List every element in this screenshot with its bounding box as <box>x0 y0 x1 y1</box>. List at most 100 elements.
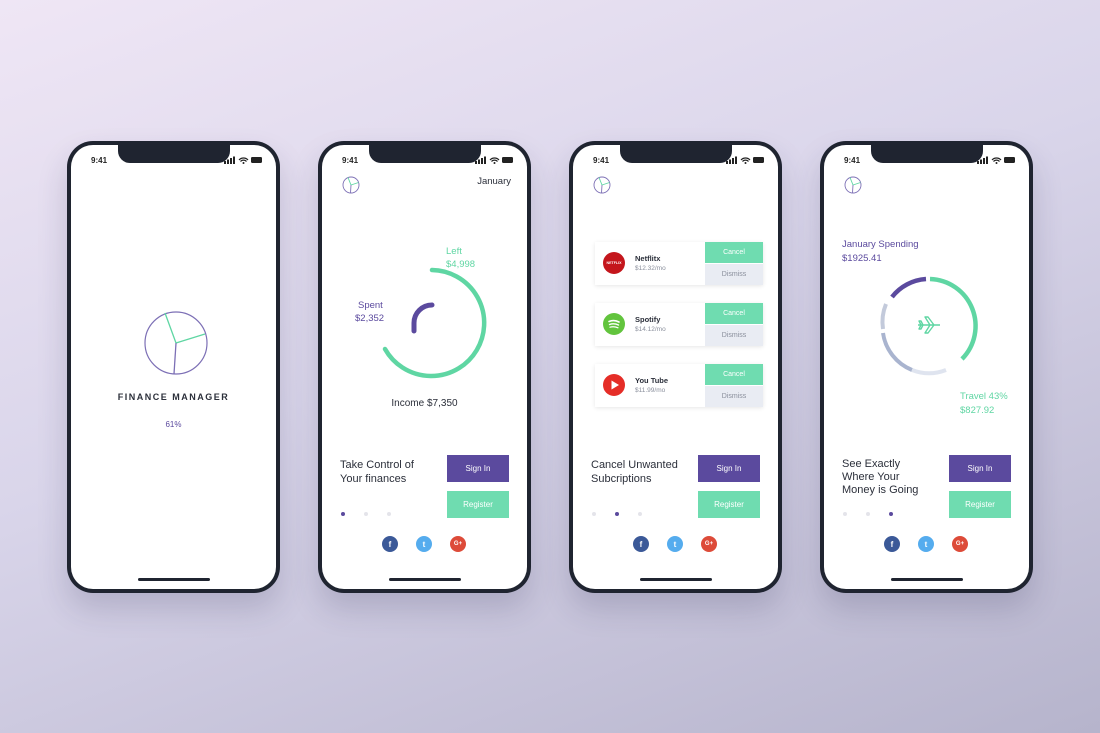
page-dot-3[interactable] <box>889 512 893 516</box>
budget-screen: 9:41 January Left $4,998 Spent $2,352 In… <box>322 145 527 589</box>
google-plus-icon[interactable]: G+ <box>701 536 717 552</box>
facebook-icon[interactable]: f <box>633 536 649 552</box>
page-dot-2[interactable] <box>866 512 870 516</box>
notch <box>117 145 230 163</box>
subscription-price: $12.32/mo <box>635 265 666 272</box>
notch <box>870 145 983 163</box>
dismiss-button[interactable]: Dismiss <box>705 264 763 285</box>
cancel-button[interactable]: Cancel <box>705 364 763 385</box>
subscription-price: $14.12/mo <box>635 326 666 333</box>
google-plus-icon[interactable]: G+ <box>952 536 968 552</box>
play-icon <box>611 380 619 390</box>
register-button[interactable]: Register <box>447 491 509 518</box>
subscription-card-youtube: You Tube $11.99/mo Cancel Dismiss <box>595 364 763 407</box>
status-time: 9:41 <box>844 156 861 165</box>
page-dot-1[interactable] <box>341 512 345 516</box>
page-dot-3[interactable] <box>638 512 642 516</box>
twitter-icon[interactable]: t <box>667 536 683 552</box>
splash-screen: 9:41 FINANCE MANAGER 61% <box>71 145 276 589</box>
notch <box>619 145 732 163</box>
headline-line: Cancel Unwanted <box>591 459 678 471</box>
phone-budget: 9:41 January Left $4,998 Spent $2,352 In… <box>318 141 531 593</box>
page-dot-2[interactable] <box>364 512 368 516</box>
logo-icon[interactable] <box>342 176 360 194</box>
travel-value: $827.92 <box>960 405 995 416</box>
status-time: 9:41 <box>91 156 108 165</box>
twitter-icon[interactable]: t <box>918 536 934 552</box>
facebook-icon[interactable]: f <box>884 536 900 552</box>
sign-in-button[interactable]: Sign In <box>698 455 760 482</box>
finance-logo-icon <box>144 311 208 375</box>
page-dot-3[interactable] <box>387 512 391 516</box>
status-icons <box>475 156 513 164</box>
spent-label: Spent <box>358 300 383 311</box>
category-arc-purple <box>890 276 927 299</box>
subscriptions-screen: 9:41 NETFLIX Netflitx $12.32/mo Cancel D… <box>573 145 778 589</box>
dismiss-button[interactable]: Dismiss <box>705 325 763 346</box>
left-label: Left <box>446 246 462 257</box>
google-plus-icon[interactable]: G+ <box>450 536 466 552</box>
facebook-icon[interactable]: f <box>382 536 398 552</box>
phone-subscriptions: 9:41 NETFLIX Netflitx $12.32/mo Cancel D… <box>569 141 782 593</box>
budget-ring-chart <box>382 267 487 379</box>
status-time: 9:41 <box>593 156 610 165</box>
home-indicator <box>137 578 210 581</box>
category-arc-light <box>911 368 947 376</box>
left-value: $4,998 <box>446 259 476 270</box>
headline-line: Your finances <box>340 473 407 485</box>
category-arc-gray <box>880 303 888 330</box>
notch <box>368 145 481 163</box>
subscription-card-netflix: NETFLIX Netflitx $12.32/mo Cancel Dismis… <box>595 242 763 285</box>
headline-line: Take Control of <box>340 459 414 471</box>
subscription-price: $11.99/mo <box>635 387 666 394</box>
spotify-icon <box>603 313 625 335</box>
page-dot-1[interactable] <box>843 512 847 516</box>
sign-in-button[interactable]: Sign In <box>949 455 1011 482</box>
spotify-waves <box>608 319 620 329</box>
spending-label: January Spending <box>842 239 919 250</box>
cancel-button[interactable]: Cancel <box>705 242 763 263</box>
headline-line: See Exactly <box>842 458 901 470</box>
airplane-icon <box>918 316 940 334</box>
month-selector[interactable]: January <box>477 176 511 187</box>
register-button[interactable]: Register <box>949 491 1011 518</box>
loading-progress: 61% <box>165 420 182 429</box>
home-indicator <box>388 578 461 581</box>
page-dot-2[interactable] <box>615 512 619 516</box>
travel-label: Travel 43% <box>960 391 1008 402</box>
logo-icon[interactable] <box>844 176 862 194</box>
subscription-name: You Tube <box>635 376 669 385</box>
home-indicator <box>639 578 712 581</box>
dismiss-button[interactable]: Dismiss <box>705 386 763 407</box>
status-icons <box>224 156 262 164</box>
subscription-name: Spotify <box>635 315 661 324</box>
headline-line: Subcriptions <box>591 473 652 485</box>
onboarding-headline: See Exactly Where Your Money is Going <box>842 458 918 497</box>
phone-splash: 9:41 FINANCE MANAGER 61% <box>67 141 280 593</box>
netflix-badge-text: NETFLIX <box>606 261 622 265</box>
youtube-icon <box>603 374 625 396</box>
headline-line: Where Your <box>842 471 900 483</box>
register-button[interactable]: Register <box>698 491 760 518</box>
netflix-icon: NETFLIX <box>603 252 625 274</box>
home-indicator <box>890 578 963 581</box>
page-dot-1[interactable] <box>592 512 596 516</box>
phone-spending: 9:41 January Spending $1925.41 Travel 43… <box>820 141 1033 593</box>
onboarding-headline: Take Control of Your finances <box>340 458 414 486</box>
spent-value: $2,352 <box>355 313 385 324</box>
subscription-name: Netflitx <box>635 254 661 263</box>
status-icons <box>977 156 1015 164</box>
status-icons <box>726 156 764 164</box>
sign-in-button[interactable]: Sign In <box>447 455 509 482</box>
cancel-button[interactable]: Cancel <box>705 303 763 324</box>
logo-icon[interactable] <box>593 176 611 194</box>
left-arc <box>382 267 487 379</box>
twitter-icon[interactable]: t <box>416 536 432 552</box>
onboarding-headline: Cancel Unwanted Subcriptions <box>591 458 678 486</box>
spending-value: $1925.41 <box>842 253 882 264</box>
spending-screen: 9:41 January Spending $1925.41 Travel 43… <box>824 145 1029 589</box>
income-total: Income $7,350 <box>391 398 458 409</box>
status-time: 9:41 <box>342 156 359 165</box>
headline-line: Money is Going <box>842 484 919 496</box>
subscription-card-spotify: Spotify $14.12/mo Cancel Dismiss <box>595 303 763 346</box>
